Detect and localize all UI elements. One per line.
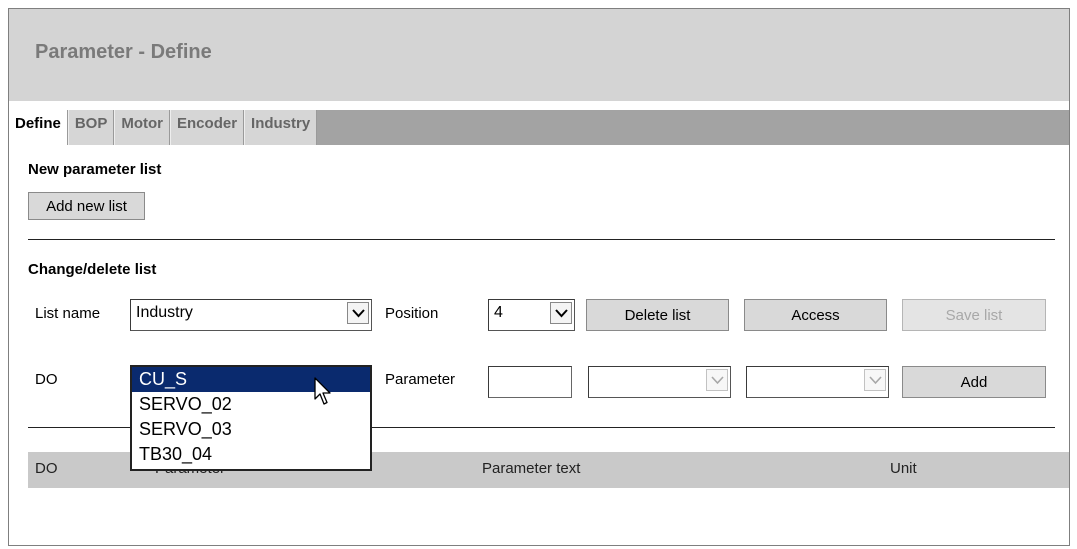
delete-list-button[interactable]: Delete list	[586, 299, 729, 331]
add-new-list-button[interactable]: Add new list	[28, 192, 145, 220]
position-label: Position	[385, 305, 439, 322]
chevron-down-icon	[550, 302, 572, 324]
tab-bop[interactable]: BOP	[67, 110, 115, 145]
tab-bar: Define BOP Motor Encoder Industry	[9, 110, 318, 145]
position-value: 4	[494, 304, 503, 321]
column-parameter-text: Parameter text	[482, 460, 581, 477]
divider	[28, 239, 1055, 240]
parameter-index-select[interactable]	[588, 366, 731, 398]
tab-define[interactable]: Define	[9, 110, 68, 145]
parameter-label: Parameter	[385, 371, 456, 388]
position-select[interactable]: 4	[488, 299, 575, 331]
access-button[interactable]: Access	[744, 299, 887, 331]
chevron-down-icon	[706, 369, 728, 391]
do-label: DO	[35, 371, 58, 388]
list-name-value: Industry	[136, 304, 193, 321]
dropdown-option-cu-s[interactable]: CU_S	[132, 367, 370, 392]
tab-motor[interactable]: Motor	[114, 110, 171, 145]
tab-encoder[interactable]: Encoder	[170, 110, 245, 145]
dropdown-option-servo-03[interactable]: SERVO_03	[132, 417, 370, 442]
save-list-button[interactable]: Save list	[902, 299, 1046, 331]
add-parameter-button[interactable]: Add	[902, 366, 1046, 398]
parameter-define-panel: Parameter - Define Define BOP Motor Enco…	[8, 8, 1070, 546]
column-do: DO	[35, 460, 58, 477]
change-list-heading: Change/delete list	[28, 261, 157, 278]
column-unit: Unit	[890, 460, 917, 477]
mouse-pointer-icon	[314, 377, 334, 410]
dropdown-option-tb30-04[interactable]: TB30_04	[132, 442, 370, 467]
title-bar: Parameter - Define	[9, 9, 1069, 101]
list-name-select[interactable]: Industry	[130, 299, 372, 331]
page-title: Parameter - Define	[35, 41, 212, 63]
new-list-heading: New parameter list	[28, 161, 162, 178]
list-name-label: List name	[35, 305, 101, 322]
chevron-down-icon	[864, 369, 886, 391]
parameter-bit-select[interactable]	[746, 366, 889, 398]
do-dropdown-list[interactable]: CU_S SERVO_02 SERVO_03 TB30_04	[130, 365, 372, 471]
parameter-number-input[interactable]	[488, 366, 572, 398]
dropdown-option-servo-02[interactable]: SERVO_02	[132, 392, 370, 417]
tab-industry[interactable]: Industry	[244, 110, 318, 145]
chevron-down-icon	[347, 302, 369, 324]
